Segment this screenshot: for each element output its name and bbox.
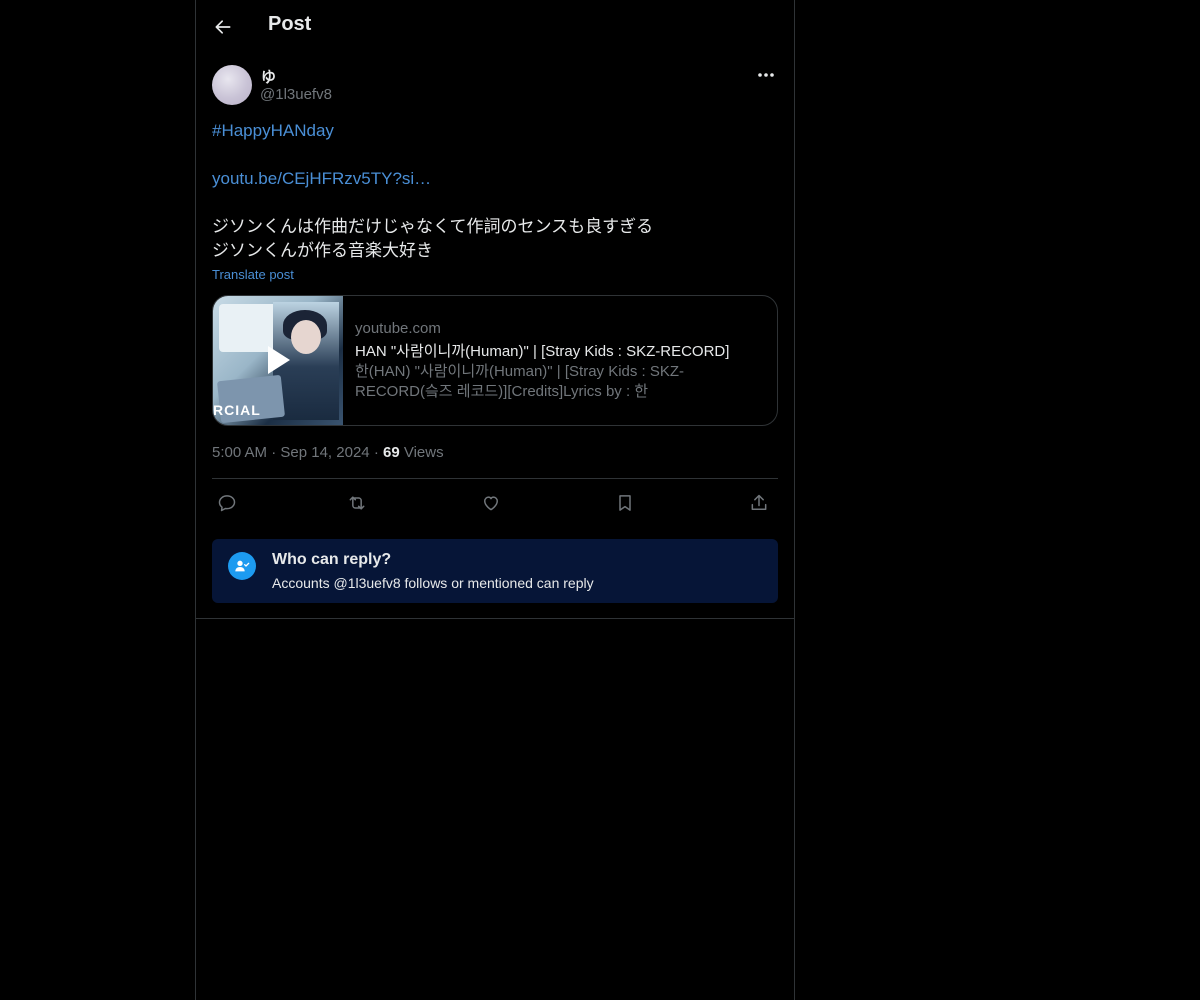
post-date[interactable]: Sep 14, 2024 (280, 444, 369, 461)
avatar[interactable] (212, 65, 252, 105)
divider (212, 478, 778, 479)
views-count: 69 (382, 444, 400, 461)
action-bar (212, 488, 778, 520)
post-text: #HappyHANday youtu.be/CEjHFRzv5TY?si… ジソ… (212, 119, 778, 263)
post-text-line: ジソンくんが作る音楽大好き (212, 241, 433, 260)
video-thumbnail: RCIAL (213, 296, 343, 425)
link-preview-card[interactable]: RCIAL youtube.com HAN "사람이니까(Human)" | [… (212, 295, 778, 426)
post-author: ゆ @1l3uefv8 (212, 65, 778, 107)
more-options-button[interactable] (754, 65, 778, 85)
author-handle[interactable]: @1l3uefv8 (260, 86, 332, 103)
reply-restriction-title: Who can reply? (272, 551, 392, 568)
reply-restriction-banner: Who can reply? Accounts @1l3uefv8 follow… (212, 539, 778, 603)
card-body: youtube.com HAN "사람이니까(Human)" | [Stray … (355, 320, 767, 402)
more-horizontal-icon (758, 73, 774, 77)
hashtag-link[interactable]: #HappyHANday (212, 119, 778, 143)
user-check-icon (228, 552, 256, 580)
bookmark-icon (619, 495, 631, 511)
like-button[interactable] (476, 488, 506, 518)
reply-icon (218, 495, 236, 512)
card-title: HAN "사람이니까(Human)" | [Stray Kids : SKZ-R… (355, 343, 730, 360)
repost-icon (349, 496, 365, 510)
page-header: Post (196, 0, 794, 54)
url-link[interactable]: youtu.be/CEjHFRzv5TY?si… (212, 167, 778, 191)
bookmark-button[interactable] (610, 488, 640, 518)
card-domain: youtube.com (355, 320, 441, 337)
post-meta: 5:00 AM · Sep 14, 2024 · 69 Views (212, 444, 444, 461)
heart-icon (484, 496, 498, 511)
share-icon (751, 494, 767, 510)
card-description: 한(HAN) "사람이니까(Human)" | [Stray Kids : SK… (355, 363, 685, 400)
reply-restriction-subtitle: Accounts @1l3uefv8 follows or mentioned … (272, 575, 594, 591)
reply-button[interactable] (212, 488, 242, 518)
back-button[interactable] (208, 12, 238, 42)
divider (196, 618, 794, 619)
post-time[interactable]: 5:00 AM (212, 444, 267, 461)
arrow-left-icon (215, 20, 231, 34)
play-icon (268, 346, 290, 374)
post-text-line: ジソンくんは作曲だけじゃなくて作詞のセンスも良すぎる (212, 217, 654, 236)
page-title: Post (268, 13, 312, 35)
share-button[interactable] (744, 488, 774, 518)
translate-post-link[interactable]: Translate post (212, 267, 294, 282)
repost-button[interactable] (342, 488, 372, 518)
views-label: Views (403, 444, 444, 461)
author-display-name[interactable]: ゆ (261, 66, 276, 87)
thumbnail-text: RCIAL (213, 402, 261, 418)
post-column: Post ゆ @1l3uefv8 #HappyHANday youtu.be/C… (195, 0, 795, 1000)
